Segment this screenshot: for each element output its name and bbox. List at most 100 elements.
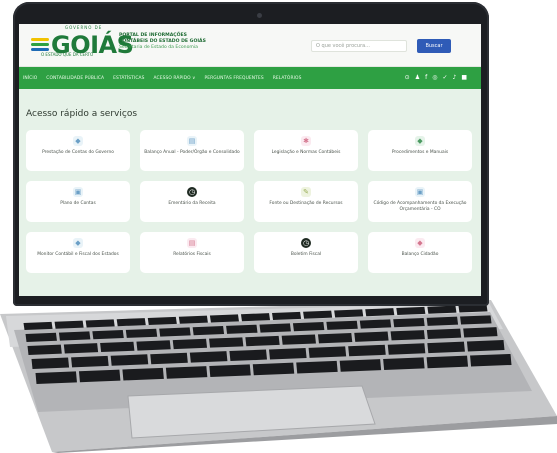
service-card-label: Procedimentos e Manuais <box>391 150 449 155</box>
keyboard-key <box>110 354 149 366</box>
service-card-label: Legislação e Normas Contábeis <box>271 150 341 155</box>
service-card-label: Prestação de Contas do Governo <box>42 150 114 155</box>
keyboard-key <box>245 335 280 347</box>
twitter-icon[interactable]: ✓ <box>442 74 447 82</box>
keyboard-key <box>116 318 146 327</box>
keyboard-key <box>23 321 53 330</box>
keyboard-key <box>122 367 164 381</box>
search-input[interactable]: O que você procura... <box>311 40 407 52</box>
keyboard-key <box>359 319 392 329</box>
quick-access-section: Acesso rápido a serviços ◆ Prestação de C… <box>19 89 481 296</box>
nav-inicio[interactable]: INÍCIO <box>23 76 37 81</box>
keyboard-key <box>31 357 70 369</box>
keyboard-key <box>317 332 353 344</box>
keyboard-key <box>427 305 457 314</box>
keyboard-key <box>136 340 171 351</box>
box-icon: ▣ <box>415 187 425 197</box>
service-card-label: Balanço Cidadão <box>401 252 439 257</box>
keyboard-key <box>159 327 191 337</box>
main-navigation: INÍCIO CONTABILIDADE PÚBLICA ESTÁTÍSTICA… <box>19 67 481 89</box>
report-icon: ▤ <box>187 238 197 248</box>
service-card-label: Boletim Fiscal <box>290 252 322 257</box>
service-card[interactable]: ▣ Código de Acompanhamento da Execução Or… <box>368 181 472 222</box>
keyboard-key <box>27 344 62 355</box>
search-button[interactable]: Buscar <box>417 39 451 53</box>
keyboard-key <box>209 337 244 348</box>
keyboard-key <box>426 355 469 369</box>
nav-contabilidade-publica[interactable]: CONTABILIDADE PÚBLICA <box>46 76 104 81</box>
keyboard-key <box>92 330 124 340</box>
link-icon: ✎ <box>301 187 311 197</box>
folder-icon: ▣ <box>73 187 83 197</box>
flag-icon: ◆ <box>415 136 425 146</box>
service-card-label: Ementário da Receita <box>168 201 216 206</box>
keyboard-key <box>470 353 512 367</box>
keyboard-key <box>71 355 109 368</box>
keyboard-key <box>466 340 505 352</box>
nav-perguntas-frequentes[interactable]: PERGUNTAS FREQUENTES <box>204 76 263 81</box>
keyboard-key <box>25 332 57 342</box>
facebook-icon[interactable]: f <box>425 74 427 82</box>
chart-icon: ◆ <box>73 238 83 248</box>
keyboard-key <box>354 331 389 342</box>
accessibility-icon[interactable]: ⊙ <box>405 74 410 82</box>
keyboard-key <box>147 316 177 325</box>
keyboard-key <box>292 322 325 332</box>
portal-header: GOIÁS GOVERNO DE O ESTADO QUE DÁ CERTO P… <box>19 24 481 67</box>
keyboard-key <box>85 319 115 328</box>
keyboard-key <box>390 330 425 341</box>
keyboard-key <box>426 328 462 339</box>
service-card[interactable]: ▤ Relatórios Fiscais <box>140 232 244 273</box>
document-icon: ▤ <box>187 136 197 146</box>
logo-pre-text: GOVERNO DE <box>65 25 103 30</box>
keyboard-key <box>189 351 228 363</box>
keyboard-key <box>54 320 84 329</box>
services-grid: ◆ Prestação de Contas do Governo ▤ Balanço … <box>26 130 473 273</box>
keyboard-key <box>348 344 386 357</box>
nav-acesso-rapido[interactable]: ACESSO RÁPIDO ∨ <box>154 76 196 81</box>
keyboard-key <box>178 315 208 324</box>
youtube-icon[interactable]: ■ <box>461 74 467 82</box>
nav-relatorios[interactable]: RELATÓRIOS <box>273 76 302 81</box>
keyboard-key <box>303 310 333 319</box>
keyboard-key <box>365 308 395 317</box>
keyboard-key <box>269 347 307 360</box>
tiktok-icon[interactable]: ♪ <box>452 74 456 82</box>
service-card[interactable]: ✱ Legislação e Normas Contábeis <box>254 130 358 171</box>
social-icons: ⊙ ♟ f ◎ ✓ ♪ ■ <box>405 74 467 82</box>
keyboard-key <box>460 315 492 325</box>
service-card[interactable]: ◆ Monitor Contábil e Fiscal dos Estados <box>26 232 130 273</box>
service-card[interactable]: ◷ Ementário da Receita <box>140 181 244 222</box>
service-card-label: Monitor Contábil e Fiscal dos Estados <box>37 252 119 257</box>
keyboard-key <box>396 306 426 316</box>
keyboard-key <box>463 327 498 338</box>
nav-estatisticas[interactable]: ESTÁTÍSTICAS <box>113 76 144 81</box>
section-title: Acesso rápido a serviços <box>26 109 138 119</box>
portal-title-line-3: Secretaria de Estado da Economia <box>119 45 198 50</box>
service-card[interactable]: ▣ Plano de Contas <box>26 181 130 222</box>
keyboard-key <box>252 362 295 376</box>
keyboard-key <box>63 343 99 354</box>
service-card-label: Balanço Anual - Poder/Órgão e Consolidad… <box>144 150 240 155</box>
service-card[interactable]: ◷ Boletim Fiscal <box>254 232 358 273</box>
service-card-label: Fonte ou Destinação de Recursos <box>269 201 343 206</box>
keyboard-key <box>281 334 316 345</box>
clock-icon: ◷ <box>187 187 197 197</box>
keyboard-key <box>426 316 459 326</box>
keyboard-key <box>192 326 225 336</box>
service-card[interactable]: ◆ Procedimentos e Manuais <box>368 130 472 171</box>
service-card[interactable]: ▤ Balanço Anual - Poder/Órgão e Consolida… <box>140 130 244 171</box>
user-icon[interactable]: ♟ <box>415 74 420 82</box>
keyboard-key <box>387 343 426 355</box>
service-card[interactable]: ✎ Fonte ou Destinação de Recursos <box>254 181 358 222</box>
portal-title: PORTAL DE INFORMAÇÕES CONTÁBEIS DO ESTAD… <box>119 33 249 51</box>
keyboard-key <box>229 349 267 362</box>
instagram-icon[interactable]: ◎ <box>432 74 437 82</box>
service-card[interactable]: ◆ Prestação de Contas do Governo <box>26 130 130 171</box>
keyboard-key <box>172 338 208 350</box>
people-icon: ◆ <box>415 238 425 248</box>
keyboard-key <box>209 364 251 377</box>
service-card[interactable]: ◆ Balanço Cidadão <box>368 232 472 273</box>
keyboard-key <box>78 369 121 383</box>
keyboard-key <box>334 309 364 318</box>
